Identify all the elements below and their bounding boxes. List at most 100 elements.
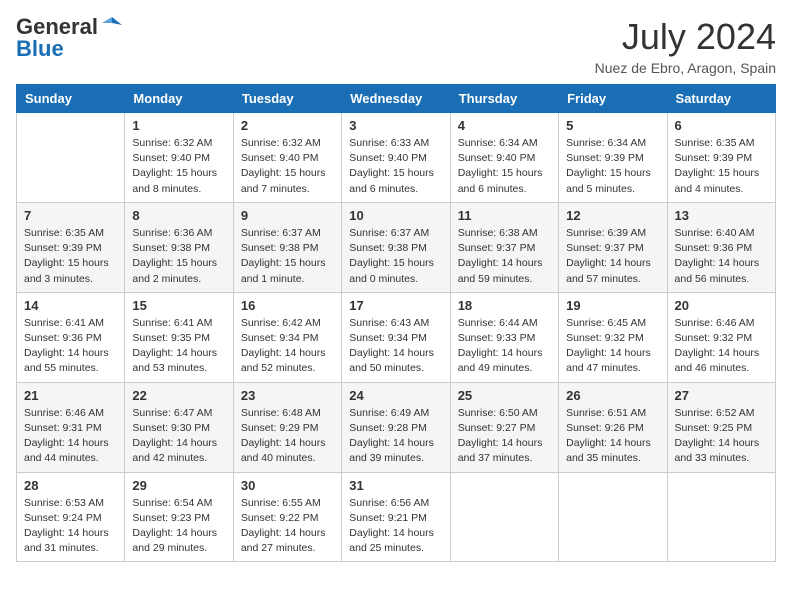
- calendar-cell: 9 Sunrise: 6:37 AM Sunset: 9:38 PM Daylig…: [233, 202, 341, 292]
- calendar-cell: 27 Sunrise: 6:52 AM Sunset: 9:25 PM Dayli…: [667, 382, 775, 472]
- calendar-cell: 30 Sunrise: 6:55 AM Sunset: 9:22 PM Dayli…: [233, 472, 341, 562]
- col-header-sunday: Sunday: [17, 85, 125, 113]
- day-number: 24: [349, 388, 442, 403]
- day-info: Sunrise: 6:53 AM Sunset: 9:24 PM Dayligh…: [24, 496, 117, 557]
- day-number: 10: [349, 208, 442, 223]
- day-number: 2: [241, 118, 334, 133]
- day-number: 5: [566, 118, 659, 133]
- calendar-cell: 25 Sunrise: 6:50 AM Sunset: 9:27 PM Dayli…: [450, 382, 558, 472]
- day-info: Sunrise: 6:36 AM Sunset: 9:38 PM Dayligh…: [132, 226, 225, 287]
- day-info: Sunrise: 6:50 AM Sunset: 9:27 PM Dayligh…: [458, 406, 551, 467]
- day-info: Sunrise: 6:46 AM Sunset: 9:31 PM Dayligh…: [24, 406, 117, 467]
- calendar-cell: [559, 472, 667, 562]
- calendar-week-row: 14 Sunrise: 6:41 AM Sunset: 9:36 PM Dayli…: [17, 292, 776, 382]
- calendar-cell: 16Sunrise: 6:42 AM Sunset: 9:34 PM Dayli…: [233, 292, 341, 382]
- calendar-cell: 31 Sunrise: 6:56 AM Sunset: 9:21 PM Dayli…: [342, 472, 450, 562]
- calendar-cell: 11 Sunrise: 6:38 AM Sunset: 9:37 PM Dayli…: [450, 202, 558, 292]
- calendar-table: SundayMondayTuesdayWednesdayThursdayFrid…: [16, 84, 776, 562]
- day-number: 3: [349, 118, 442, 133]
- col-header-monday: Monday: [125, 85, 233, 113]
- logo-general-text: General: [16, 16, 98, 38]
- day-info: Sunrise: 6:40 AM Sunset: 9:36 PM Dayligh…: [675, 226, 768, 287]
- logo: General Blue: [16, 16, 122, 60]
- calendar-cell: 1Sunrise: 6:32 AM Sunset: 9:40 PM Daylig…: [125, 113, 233, 203]
- calendar-week-row: 21 Sunrise: 6:46 AM Sunset: 9:31 PM Dayli…: [17, 382, 776, 472]
- location-subtitle: Nuez de Ebro, Aragon, Spain: [595, 60, 776, 76]
- logo-blue-text: Blue: [16, 38, 64, 60]
- day-number: 20: [675, 298, 768, 313]
- calendar-cell: 12 Sunrise: 6:39 AM Sunset: 9:37 PM Dayli…: [559, 202, 667, 292]
- calendar-cell: 4 Sunrise: 6:34 AM Sunset: 9:40 PM Daylig…: [450, 113, 558, 203]
- calendar-cell: 17 Sunrise: 6:43 AM Sunset: 9:34 PM Dayli…: [342, 292, 450, 382]
- day-number: 19: [566, 298, 659, 313]
- day-info: Sunrise: 6:39 AM Sunset: 9:37 PM Dayligh…: [566, 226, 659, 287]
- calendar-cell: 7Sunrise: 6:35 AM Sunset: 9:39 PM Daylig…: [17, 202, 125, 292]
- day-number: 28: [24, 478, 117, 493]
- day-number: 25: [458, 388, 551, 403]
- day-info: Sunrise: 6:38 AM Sunset: 9:37 PM Dayligh…: [458, 226, 551, 287]
- day-number: 17: [349, 298, 442, 313]
- day-info: Sunrise: 6:35 AM Sunset: 9:39 PM Dayligh…: [675, 136, 768, 197]
- day-info: Sunrise: 6:47 AM Sunset: 9:30 PM Dayligh…: [132, 406, 225, 467]
- calendar-cell: 14 Sunrise: 6:41 AM Sunset: 9:36 PM Dayli…: [17, 292, 125, 382]
- title-block: July 2024 Nuez de Ebro, Aragon, Spain: [595, 16, 776, 76]
- calendar-cell: [667, 472, 775, 562]
- calendar-week-row: 7Sunrise: 6:35 AM Sunset: 9:39 PM Daylig…: [17, 202, 776, 292]
- calendar-week-row: 28 Sunrise: 6:53 AM Sunset: 9:24 PM Dayli…: [17, 472, 776, 562]
- day-info: Sunrise: 6:34 AM Sunset: 9:40 PM Dayligh…: [458, 136, 551, 197]
- day-number: 15: [132, 298, 225, 313]
- day-number: 12: [566, 208, 659, 223]
- calendar-cell: 6 Sunrise: 6:35 AM Sunset: 9:39 PM Daylig…: [667, 113, 775, 203]
- day-number: 31: [349, 478, 442, 493]
- col-header-thursday: Thursday: [450, 85, 558, 113]
- day-info: Sunrise: 6:43 AM Sunset: 9:34 PM Dayligh…: [349, 316, 442, 377]
- day-info: Sunrise: 6:33 AM Sunset: 9:40 PM Dayligh…: [349, 136, 442, 197]
- calendar-header-row: SundayMondayTuesdayWednesdayThursdayFrid…: [17, 85, 776, 113]
- col-header-saturday: Saturday: [667, 85, 775, 113]
- page-header: General Blue July 2024 Nuez de Ebro, Ara…: [16, 16, 776, 76]
- day-number: 6: [675, 118, 768, 133]
- day-info: Sunrise: 6:52 AM Sunset: 9:25 PM Dayligh…: [675, 406, 768, 467]
- day-number: 27: [675, 388, 768, 403]
- day-info: Sunrise: 6:55 AM Sunset: 9:22 PM Dayligh…: [241, 496, 334, 557]
- day-info: Sunrise: 6:32 AM Sunset: 9:40 PM Dayligh…: [132, 136, 225, 197]
- calendar-cell: 26Sunrise: 6:51 AM Sunset: 9:26 PM Dayli…: [559, 382, 667, 472]
- calendar-cell: 13 Sunrise: 6:40 AM Sunset: 9:36 PM Dayli…: [667, 202, 775, 292]
- calendar-cell: 15 Sunrise: 6:41 AM Sunset: 9:35 PM Dayli…: [125, 292, 233, 382]
- calendar-cell: 23 Sunrise: 6:48 AM Sunset: 9:29 PM Dayli…: [233, 382, 341, 472]
- calendar-cell: 18 Sunrise: 6:44 AM Sunset: 9:33 PM Dayli…: [450, 292, 558, 382]
- day-number: 16: [241, 298, 334, 313]
- col-header-friday: Friday: [559, 85, 667, 113]
- day-info: Sunrise: 6:49 AM Sunset: 9:28 PM Dayligh…: [349, 406, 442, 467]
- day-number: 4: [458, 118, 551, 133]
- day-info: Sunrise: 6:37 AM Sunset: 9:38 PM Dayligh…: [241, 226, 334, 287]
- day-info: Sunrise: 6:48 AM Sunset: 9:29 PM Dayligh…: [241, 406, 334, 467]
- calendar-cell: 28 Sunrise: 6:53 AM Sunset: 9:24 PM Dayli…: [17, 472, 125, 562]
- day-number: 18: [458, 298, 551, 313]
- calendar-cell: 10Sunrise: 6:37 AM Sunset: 9:38 PM Dayli…: [342, 202, 450, 292]
- calendar-cell: 3 Sunrise: 6:33 AM Sunset: 9:40 PM Daylig…: [342, 113, 450, 203]
- calendar-cell: 8 Sunrise: 6:36 AM Sunset: 9:38 PM Daylig…: [125, 202, 233, 292]
- day-number: 22: [132, 388, 225, 403]
- day-info: Sunrise: 6:41 AM Sunset: 9:36 PM Dayligh…: [24, 316, 117, 377]
- day-number: 11: [458, 208, 551, 223]
- day-info: Sunrise: 6:56 AM Sunset: 9:21 PM Dayligh…: [349, 496, 442, 557]
- day-info: Sunrise: 6:44 AM Sunset: 9:33 PM Dayligh…: [458, 316, 551, 377]
- day-number: 30: [241, 478, 334, 493]
- day-info: Sunrise: 6:41 AM Sunset: 9:35 PM Dayligh…: [132, 316, 225, 377]
- day-number: 13: [675, 208, 768, 223]
- day-number: 14: [24, 298, 117, 313]
- col-header-wednesday: Wednesday: [342, 85, 450, 113]
- calendar-cell: 24 Sunrise: 6:49 AM Sunset: 9:28 PM Dayli…: [342, 382, 450, 472]
- day-number: 23: [241, 388, 334, 403]
- calendar-week-row: 1Sunrise: 6:32 AM Sunset: 9:40 PM Daylig…: [17, 113, 776, 203]
- day-number: 9: [241, 208, 334, 223]
- day-number: 26: [566, 388, 659, 403]
- calendar-cell: 2Sunrise: 6:32 AM Sunset: 9:40 PM Daylig…: [233, 113, 341, 203]
- day-number: 29: [132, 478, 225, 493]
- col-header-tuesday: Tuesday: [233, 85, 341, 113]
- logo-bird-icon: [102, 15, 122, 35]
- calendar-cell: 29Sunrise: 6:54 AM Sunset: 9:23 PM Dayli…: [125, 472, 233, 562]
- day-number: 21: [24, 388, 117, 403]
- day-number: 8: [132, 208, 225, 223]
